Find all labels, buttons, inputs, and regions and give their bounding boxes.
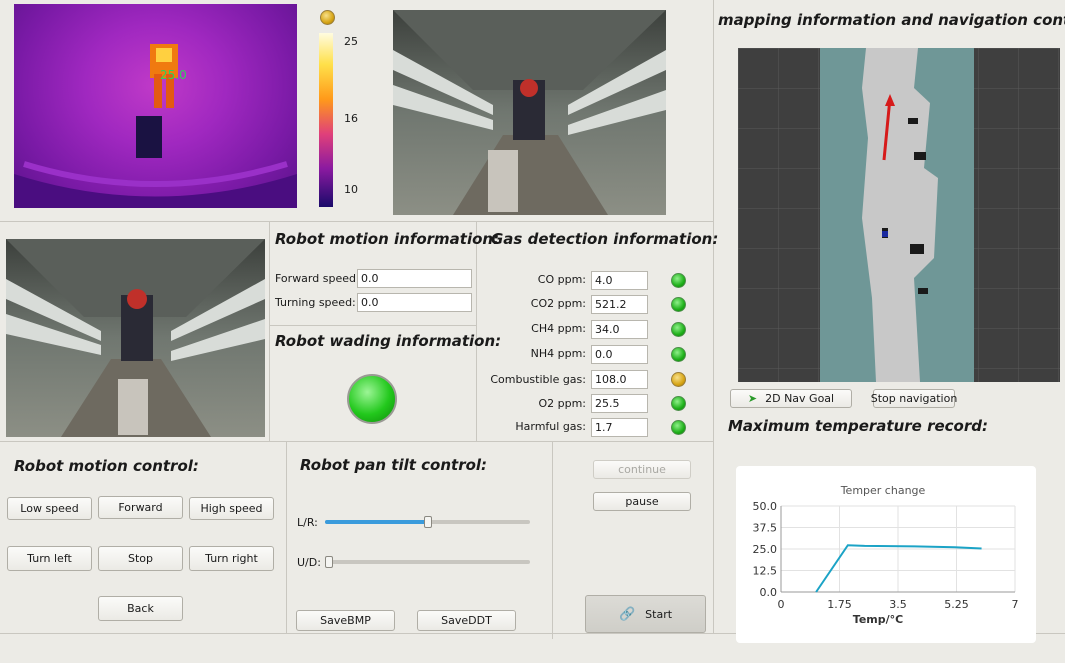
mapping-heading: mapping information and navigation contr… (718, 11, 1065, 29)
continue-button[interactable]: continue (593, 460, 691, 479)
back-button[interactable]: Back (98, 596, 183, 621)
thermal-status-indicator (320, 10, 335, 25)
gas-value-o2[interactable]: 25.5 (591, 394, 648, 413)
motion-info-heading: Robot motion information: (275, 230, 500, 248)
divider (286, 441, 287, 633)
chart-y-tick-label: 50.0 (753, 500, 778, 513)
gas-value-combustible[interactable]: 108.0 (591, 370, 648, 389)
pan-tilt-heading: Robot pan tilt control: (300, 456, 488, 474)
divider (713, 0, 714, 633)
thermal-colorbar (319, 33, 333, 207)
gas-value-nh4[interactable]: 0.0 (591, 345, 648, 364)
forward-button[interactable]: Forward (98, 496, 183, 519)
chart-x-axis-label: Temp/°C (853, 613, 903, 626)
turning-speed-label: Turning speed: (275, 296, 356, 309)
lr-label: L/R: (297, 516, 318, 529)
link-icon: 🔗 (618, 606, 636, 622)
forward-speed-label: Forward speed: (275, 272, 360, 285)
save-bmp-button[interactable]: SaveBMP (296, 610, 395, 631)
gas-label-harmful: Harmful gas: (515, 420, 586, 433)
temperature-chart-panel: Temper change 50.0 37.5 25.0 12.5 0.0 0 1.75 3.5… (736, 466, 1036, 643)
tunnel-camera-view (393, 10, 666, 215)
start-label: Start (645, 607, 673, 621)
front-camera-view (6, 239, 265, 437)
start-button[interactable]: 🔗 Start (585, 595, 706, 633)
navigation-map[interactable] (738, 48, 1060, 382)
divider (269, 221, 270, 441)
gas-status-o2 (671, 396, 686, 411)
gas-status-combustible (671, 372, 686, 387)
divider (0, 221, 713, 222)
pause-button[interactable]: pause (593, 492, 691, 511)
gas-status-nh4 (671, 347, 686, 362)
turn-left-button[interactable]: Turn left (7, 546, 92, 571)
gas-label-co: CO ppm: (537, 273, 586, 286)
chart-x-tick-label: 3.5 (889, 598, 907, 611)
ud-slider-handle[interactable] (325, 556, 333, 568)
gas-value-co[interactable]: 4.0 (591, 271, 648, 290)
lr-slider-fill (325, 520, 428, 524)
colorbar-label-mid: 16 (344, 112, 358, 125)
chart-y-tick-label: 25.0 (753, 543, 778, 556)
stop-navigation-button[interactable]: Stop navigation (871, 389, 957, 408)
gas-status-co2 (671, 297, 686, 312)
gas-value-ch4[interactable]: 34.0 (591, 320, 648, 339)
lr-slider[interactable] (325, 514, 530, 530)
colorbar-label-top: 25 (344, 35, 358, 48)
turn-right-button[interactable]: Turn right (189, 546, 274, 571)
chart-x-tick-label: 7 (1012, 598, 1019, 611)
lr-slider-handle[interactable] (423, 516, 432, 528)
gas-label-ch4: CH4 ppm: (531, 322, 586, 335)
chart-x-tick-label: 1.75 (827, 598, 852, 611)
nav-goal-icon: ➤ (747, 392, 758, 405)
thermal-camera-view: 25.0 (14, 4, 297, 208)
stop-button[interactable]: Stop (98, 546, 183, 571)
gas-label-co2: CO2 ppm: (530, 297, 586, 310)
gas-value-harmful[interactable]: 1.7 (591, 418, 648, 437)
temperature-chart: Temper change 50.0 37.5 25.0 12.5 0.00 1.75 3.5… (753, 484, 1019, 626)
gas-info-heading: Gas detection information: (491, 230, 719, 248)
high-speed-button[interactable]: High speed (189, 497, 274, 520)
ud-slider-track (325, 560, 530, 564)
gas-label-o2: O2 ppm: (538, 397, 586, 410)
forward-speed-field[interactable]: 0.0 (357, 269, 472, 288)
max-temp-heading: Maximum temperature record: (728, 417, 988, 435)
chart-y-tick-label: 0.0 (760, 586, 778, 599)
wading-info-heading: Robot wading information: (275, 332, 502, 350)
ud-slider[interactable] (325, 554, 530, 570)
gas-label-nh4: NH4 ppm: (530, 347, 586, 360)
gas-status-harmful (671, 420, 686, 435)
wading-status-indicator (347, 374, 397, 424)
gas-label-combustible: Combustible gas: (490, 373, 586, 386)
gas-status-co (671, 273, 686, 288)
divider (0, 441, 713, 442)
low-speed-button[interactable]: Low speed (7, 497, 92, 520)
motion-control-heading: Robot motion control: (14, 457, 199, 475)
nav-goal-button[interactable]: ➤ 2D Nav Goal (730, 389, 852, 408)
gas-status-ch4 (671, 322, 686, 337)
nav-goal-label: 2D Nav Goal (765, 392, 835, 405)
chart-x-tick-label: 5.25 (944, 598, 969, 611)
save-ddt-button[interactable]: SaveDDT (417, 610, 516, 631)
divider (552, 441, 553, 639)
chart-title: Temper change (840, 484, 926, 497)
divider (476, 221, 477, 441)
chart-y-tick-label: 37.5 (753, 522, 778, 535)
colorbar-label-bottom: 10 (344, 183, 358, 196)
thermal-overlay-value: 25.0 (160, 68, 187, 82)
turning-speed-field[interactable]: 0.0 (357, 293, 472, 312)
ud-label: U/D: (297, 556, 321, 569)
divider (269, 325, 476, 326)
gas-value-co2[interactable]: 521.2 (591, 295, 648, 314)
chart-y-tick-label: 12.5 (753, 565, 778, 578)
chart-x-tick-label: 0 (778, 598, 785, 611)
